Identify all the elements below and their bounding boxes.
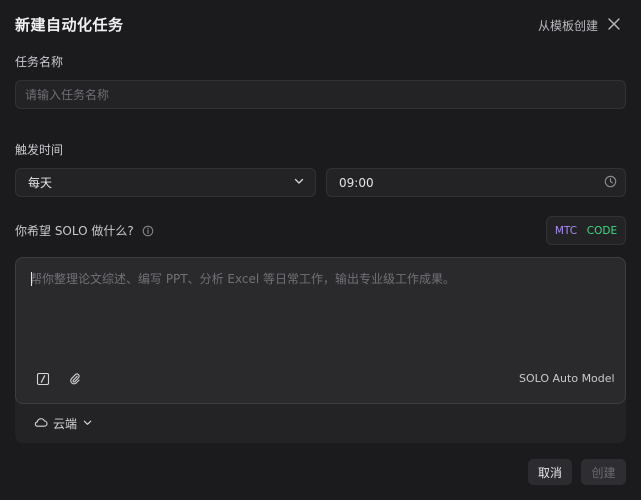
chevron-down-icon — [82, 417, 93, 431]
cloud-icon — [33, 416, 48, 431]
mode-mtc[interactable]: MTC — [551, 223, 581, 239]
environment-label: 云端 — [53, 417, 78, 431]
create-button[interactable]: 创建 — [581, 459, 626, 485]
dialog-title: 新建自动化任务 — [15, 16, 124, 34]
prompt-label: 你希望 SOLO 做什么? — [15, 224, 134, 238]
clock-icon — [604, 175, 617, 191]
frequency-value: 每天 — [28, 176, 53, 190]
create-from-template-link[interactable]: 从模板创建 — [538, 17, 598, 34]
cancel-button[interactable]: 取消 — [528, 459, 572, 485]
trigger-time-label: 触发时间 — [15, 143, 64, 157]
info-icon[interactable] — [142, 225, 154, 237]
prompt-card: SOLO Auto Model 云端 — [15, 257, 626, 443]
mode-toggle: MTC CODE — [546, 216, 626, 245]
prompt-label-row: 你希望 SOLO 做什么? — [15, 222, 154, 239]
close-icon[interactable] — [606, 16, 622, 32]
environment-select[interactable]: 云端 — [33, 415, 93, 432]
chevron-down-icon — [293, 175, 305, 190]
task-name-input[interactable] — [15, 80, 626, 109]
slash-command-icon[interactable] — [35, 371, 51, 387]
mode-code[interactable]: CODE — [583, 223, 621, 239]
time-picker[interactable]: 09:00 — [326, 168, 626, 197]
prompt-textarea[interactable] — [30, 270, 610, 350]
task-name-label: 任务名称 — [15, 55, 64, 69]
paperclip-icon[interactable] — [67, 371, 83, 387]
frequency-select[interactable]: 每天 — [15, 168, 316, 197]
time-value: 09:00 — [339, 175, 374, 190]
create-automation-dialog: 新建自动化任务 从模板创建 任务名称 触发时间 每天 09:00 你希望 SOL… — [0, 0, 641, 500]
text-caret — [31, 272, 32, 286]
model-selector[interactable]: SOLO Auto Model — [519, 372, 615, 385]
prompt-input-container: SOLO Auto Model — [15, 257, 626, 404]
